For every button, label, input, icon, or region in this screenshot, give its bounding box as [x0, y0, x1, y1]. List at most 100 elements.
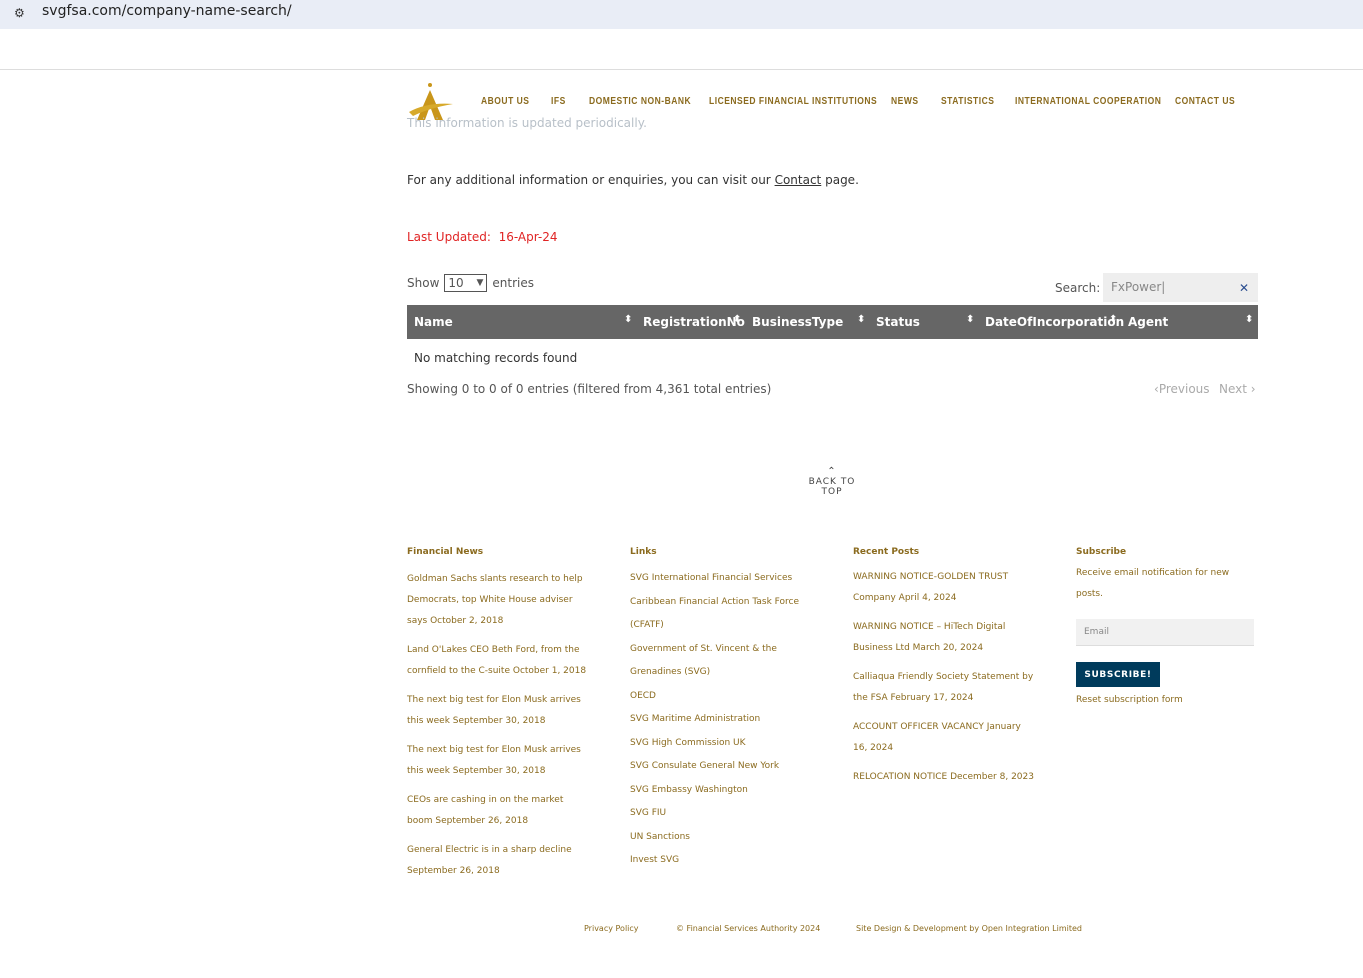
search-value: FxPower	[1111, 280, 1162, 294]
footer-link[interactable]: Business Ltd March 20, 2024	[853, 638, 1053, 659]
subscribe-title: Subscribe	[1076, 547, 1127, 557]
col-registrationno[interactable]: RegistrationNo	[643, 315, 745, 329]
page-size-select[interactable]: 10 ▼	[444, 274, 488, 292]
info-text: For any additional information or enquir…	[407, 173, 859, 187]
footer-link[interactable]: The next big test for Elon Musk arrives	[407, 740, 607, 761]
col-agent[interactable]: Agent	[1128, 315, 1168, 329]
footer-link[interactable]: boom September 26, 2018	[407, 811, 607, 832]
financial-news-title: Financial News	[407, 547, 484, 557]
footer-link[interactable]: Company April 4, 2024	[853, 588, 1053, 609]
footer-link[interactable]: General Electric is in a sharp decline	[407, 840, 607, 861]
footer-link[interactable]: ACCOUNT OFFICER VACANCY January	[853, 717, 1053, 738]
site-credit[interactable]: Site Design & Development by Open Integr…	[856, 924, 1082, 933]
footer-link[interactable]: Government of St. Vincent & the	[630, 638, 830, 662]
nav-statistics[interactable]: STATISTICS	[941, 96, 994, 107]
back-to-top[interactable]: ⌃ BACK TO TOP	[804, 466, 860, 497]
footer-link[interactable]: Democrats, top White House adviser	[407, 590, 607, 611]
col-dateofincorporation[interactable]: DateOfIncorporation	[985, 315, 1124, 329]
subscribe-text-2: posts.	[1076, 589, 1103, 599]
footer-link[interactable]: Invest SVG	[630, 849, 830, 873]
sort-icon[interactable]: ⬍	[733, 314, 741, 325]
footer-link[interactable]: cornfield to the C-suite October 1, 2018	[407, 661, 607, 682]
col-name[interactable]: Name	[414, 315, 453, 329]
nav-international-cooperation[interactable]: INTERNATIONAL COOPERATION	[1015, 96, 1161, 107]
site-settings-icon[interactable]: ⚙	[14, 6, 25, 20]
last-updated-value: 16-Apr-24	[498, 230, 558, 244]
footer-link[interactable]: RELOCATION NOTICE December 8, 2023	[853, 767, 1053, 788]
footer-link[interactable]: (CFATF)	[630, 614, 830, 638]
footer-link[interactable]: this week September 30, 2018	[407, 711, 607, 732]
footer-link[interactable]: SVG FIU	[630, 802, 830, 826]
subscribe-button[interactable]: SUBSCRIBE!	[1076, 662, 1160, 687]
nav-contact-us[interactable]: CONTACT US	[1175, 96, 1235, 107]
footer-link[interactable]: Calliaqua Friendly Society Statement by	[853, 667, 1053, 688]
footer-link[interactable]: says October 2, 2018	[407, 611, 607, 632]
footer-link[interactable]: WARNING NOTICE – HiTech Digital	[853, 617, 1053, 638]
search-label: Search:	[1055, 281, 1101, 295]
footer-link[interactable]: September 26, 2018	[407, 861, 607, 882]
contact-link[interactable]: Contact	[775, 173, 822, 187]
footer-link[interactable]: SVG International Financial Services	[630, 567, 830, 591]
next-button[interactable]: Next ›	[1219, 382, 1256, 396]
divider	[0, 69, 1363, 70]
nav-licensed-financial-institutions[interactable]: LICENSED FINANCIAL INSTITUTIONS	[709, 96, 877, 107]
previous-label: Previous	[1158, 382, 1210, 396]
next-label: Next	[1219, 382, 1247, 396]
page-size-control: Show 10 ▼ entries	[407, 274, 534, 292]
footer-link[interactable]: OECD	[630, 685, 830, 709]
sort-icon[interactable]: ⬍	[966, 314, 974, 325]
footer-link[interactable]: Land O'Lakes CEO Beth Ford, from the	[407, 640, 607, 661]
footer-link[interactable]: 16, 2024	[853, 738, 1053, 759]
copyright: © Financial Services Authority 2024	[676, 924, 821, 933]
footer-link[interactable]: UN Sanctions	[630, 826, 830, 850]
col-businesstype[interactable]: BusinessType	[752, 315, 843, 329]
footer-link[interactable]: CEOs are cashing in on the market	[407, 790, 607, 811]
footer-link[interactable]: this week September 30, 2018	[407, 761, 607, 782]
financial-news-list: Goldman Sachs slants research to help Dem…	[407, 569, 607, 882]
email-input[interactable]: Email	[1076, 619, 1254, 646]
footer-link[interactable]: Caribbean Financial Action Task Force	[630, 591, 830, 615]
back-to-top-label: BACK TO TOP	[808, 477, 856, 497]
footer-link[interactable]: The next big test for Elon Musk arrives	[407, 690, 607, 711]
links-title: Links	[630, 547, 657, 557]
footer-link[interactable]: SVG Maritime Administration	[630, 708, 830, 732]
sort-icon[interactable]: ⬍	[857, 314, 865, 325]
nav-ifs[interactable]: IFS	[551, 96, 566, 107]
empty-message: No matching records found	[414, 351, 578, 365]
info-suffix: page.	[825, 173, 859, 187]
footer-link[interactable]: Goldman Sachs slants research to help	[407, 569, 607, 590]
update-note: This information is updated periodically…	[407, 116, 647, 130]
privacy-policy-link[interactable]: Privacy Policy	[584, 924, 639, 933]
subscribe-text: Receive email notification for new posts.	[1076, 563, 1229, 605]
nav-about-us[interactable]: ABOUT US	[481, 96, 529, 107]
footer-link[interactable]: WARNING NOTICE-GOLDEN TRUST	[853, 567, 1053, 588]
col-status[interactable]: Status	[876, 315, 920, 329]
table-info: Showing 0 to 0 of 0 entries (filtered fr…	[407, 382, 772, 396]
recent-posts-title: Recent Posts	[853, 547, 920, 557]
reset-subscription-link[interactable]: Reset subscription form	[1076, 690, 1183, 711]
nav-domestic-non-bank[interactable]: DOMESTIC NON-BANK	[589, 96, 691, 107]
previous-button[interactable]: ‹Previous	[1154, 382, 1210, 396]
nav-news[interactable]: NEWS	[891, 96, 919, 107]
footer-link[interactable]: SVG Consulate General New York	[630, 755, 830, 779]
footer-link[interactable]: the FSA February 17, 2024	[853, 688, 1053, 709]
chevron-up-icon: ⌃	[827, 466, 837, 477]
recent-posts-list: WARNING NOTICE-GOLDEN TRUST Company April…	[853, 567, 1053, 788]
info-prefix: For any additional information or enquir…	[407, 173, 771, 187]
sort-icon[interactable]: ⬍	[624, 314, 632, 325]
url-text[interactable]: svgfsa.com/company-name-search/	[42, 3, 292, 19]
last-updated-label: Last Updated:	[407, 230, 491, 244]
page-size-value: 10	[448, 276, 464, 290]
clear-search-icon[interactable]: ✕	[1239, 281, 1249, 295]
chevron-down-icon: ▼	[476, 278, 484, 288]
table-header: Name ⬍ RegistrationNo ⬍ BusinessType ⬍ Stat…	[407, 305, 1258, 339]
sort-icon[interactable]: ⬍	[1109, 314, 1117, 325]
subscribe-text-1: Receive email notification for new	[1076, 568, 1230, 578]
last-updated: Last Updated: 16-Apr-24	[407, 230, 558, 244]
links-list: SVG International Financial Services Cari…	[630, 567, 830, 873]
sort-icon[interactable]: ⬍	[1245, 314, 1253, 325]
footer-link[interactable]: Grenadines (SVG)	[630, 661, 830, 685]
footer-link[interactable]: SVG High Commission UK	[630, 732, 830, 756]
footer-link[interactable]: SVG Embassy Washington	[630, 779, 830, 803]
search-input[interactable]: FxPower|	[1103, 273, 1258, 302]
